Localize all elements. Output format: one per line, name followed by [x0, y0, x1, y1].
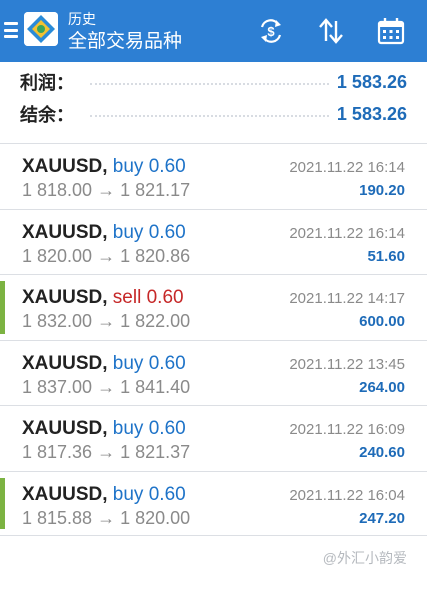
deal-row[interactable]: XAUUSD, buy 0.60 1 817.36 → 1 821.37 202… — [0, 405, 427, 471]
summary-panel: 利润： 1 583.26 结余： 1 583.26 — [0, 66, 427, 130]
deal-header: XAUUSD, buy 0.60 — [22, 156, 186, 178]
dotted-leader — [90, 115, 329, 117]
deal-volume: 0.60 — [148, 483, 186, 505]
deal-prices: 1 837.00 → 1 841.40 — [22, 376, 191, 397]
deal-volume: 0.60 — [148, 221, 186, 243]
deal-header: XAUUSD, buy 0.60 — [22, 222, 186, 244]
deal-time: 2021.11.22 16:09 — [289, 421, 405, 438]
deal-header: XAUUSD, buy 0.60 — [22, 353, 186, 375]
deal-type: buy — [112, 221, 144, 243]
app: 历史 全部交易品种 $ 利润： 1 583.26 结余： 1 583.26 XA… — [0, 0, 427, 590]
deal-time: 2021.11.22 14:17 — [289, 290, 405, 307]
header-title[interactable]: 全部交易品种 — [68, 30, 182, 54]
profit-row: 利润： 1 583.26 — [20, 66, 407, 98]
deal-symbol: XAUUSD, — [22, 287, 108, 308]
deal-symbol: XAUUSD, — [22, 352, 108, 374]
deal-header: XAUUSD, sell 0.60 — [22, 287, 184, 309]
deal-header: XAUUSD, buy 0.60 — [22, 484, 186, 506]
deal-time: 2021.11.22 16:14 — [289, 159, 405, 176]
deal-marker — [0, 281, 5, 334]
currency-exchange-icon[interactable]: $ — [256, 16, 286, 46]
deal-prices: 1 818.00 → 1 821.17 — [22, 180, 191, 200]
deal-profit: 51.60 — [367, 247, 405, 265]
deal-list: XAUUSD, buy 0.60 1 818.00 → 1 821.17 202… — [0, 143, 427, 536]
deal-symbol: XAUUSD, — [22, 483, 108, 505]
deal-symbol: XAUUSD, — [22, 418, 108, 439]
top-bar: 历史 全部交易品种 $ — [0, 0, 427, 62]
deal-profit: 600.00 — [359, 313, 405, 330]
deal-profit: 240.60 — [359, 444, 405, 461]
deal-prices: 1 832.00 → 1 822.00 — [22, 311, 191, 331]
deal-volume: 0.60 — [148, 352, 186, 374]
calendar-icon[interactable] — [376, 16, 406, 46]
dotted-leader — [90, 83, 329, 85]
svg-text:$: $ — [267, 24, 275, 39]
profit-label: 利润： — [20, 73, 74, 93]
deal-profit: 190.20 — [359, 182, 405, 199]
profit-value: 1 583.26 — [336, 71, 407, 92]
deal-type: buy — [112, 352, 144, 374]
deal-type: buy — [112, 418, 144, 439]
deal-row[interactable]: XAUUSD, sell 0.60 1 832.00 → 1 822.00 20… — [0, 274, 427, 340]
deal-row[interactable]: XAUUSD, buy 0.60 1 820.00 → 1 820.86 202… — [0, 208, 427, 275]
watermark: @外汇小韵爱 — [322, 550, 407, 566]
balance-label: 结余： — [20, 105, 74, 125]
balance-value: 1 583.26 — [336, 103, 407, 124]
balance-row: 结余： 1 583.26 — [20, 98, 407, 130]
deal-type: buy — [112, 156, 144, 177]
deal-row[interactable]: XAUUSD, buy 0.60 1 818.00 → 1 821.17 202… — [0, 143, 427, 209]
deal-volume: 0.60 — [146, 287, 184, 308]
deal-header: XAUUSD, buy 0.60 — [22, 418, 186, 440]
deal-row[interactable]: XAUUSD, buy 0.60 1 815.88 → 1 820.00 202… — [0, 470, 427, 536]
header-subtitle: 历史 — [68, 11, 96, 27]
deal-symbol: XAUUSD, — [22, 221, 108, 243]
metatrader-logo — [24, 12, 58, 46]
deal-symbol: XAUUSD, — [22, 156, 108, 177]
deal-prices: 1 817.36 → 1 821.37 — [22, 442, 191, 462]
deal-marker — [0, 477, 5, 529]
deal-prices: 1 820.00 → 1 820.86 — [22, 245, 191, 266]
deal-volume: 0.60 — [148, 156, 186, 177]
deal-prices: 1 815.88 → 1 820.00 — [22, 507, 191, 528]
header-titles: 历史 全部交易品种 — [68, 10, 182, 54]
deal-type: buy — [112, 483, 144, 505]
deal-time: 2021.11.22 16:14 — [289, 224, 405, 242]
deal-time: 2021.11.22 16:04 — [289, 486, 405, 504]
deal-profit: 264.00 — [359, 378, 405, 396]
deal-time: 2021.11.22 13:45 — [289, 355, 405, 373]
deal-profit: 247.20 — [359, 509, 405, 527]
deal-volume: 0.60 — [148, 418, 186, 439]
menu-icon[interactable] — [4, 22, 18, 38]
deal-row[interactable]: XAUUSD, buy 0.60 1 837.00 → 1 841.40 202… — [0, 339, 427, 406]
sort-icon[interactable] — [316, 16, 346, 46]
deal-type: sell — [112, 287, 142, 308]
